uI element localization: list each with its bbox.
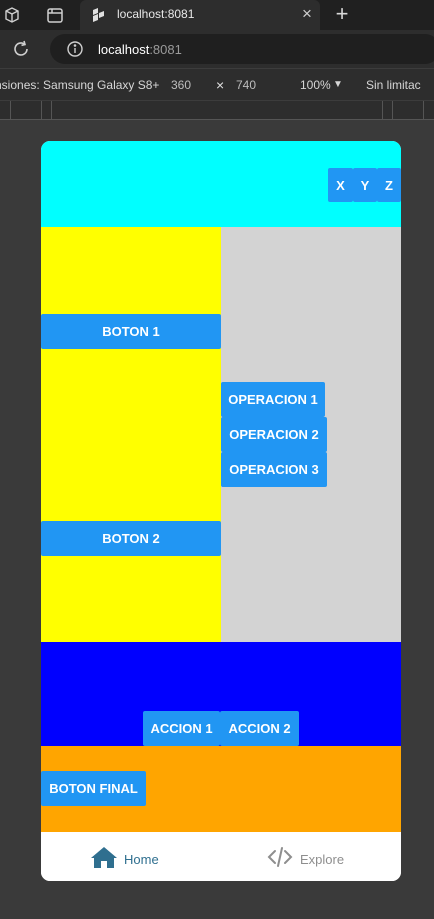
accion-2-button[interactable]: ACCION 2 <box>220 711 299 746</box>
info-icon[interactable] <box>66 40 84 58</box>
viewport-height-field[interactable]: 740 <box>236 78 256 92</box>
viewport-width-field[interactable]: 360 <box>171 78 191 92</box>
favicon-icon <box>90 7 106 23</box>
close-tab-icon[interactable]: × <box>298 4 316 24</box>
operacion-1-button[interactable]: OPERACION 1 <box>221 382 325 417</box>
z-button[interactable]: Z <box>377 168 401 202</box>
browser-tabstrip: localhost:8081 × + <box>0 0 434 30</box>
browser-tab[interactable]: localhost:8081 × <box>80 0 320 30</box>
workspaces-icon[interactable] <box>0 4 22 26</box>
new-tab-button[interactable]: + <box>330 2 354 26</box>
accion-1-button[interactable]: ACCION 1 <box>143 711 220 746</box>
x-button[interactable]: X <box>328 168 353 202</box>
operacion-2-button[interactable]: OPERACION 2 <box>221 417 327 452</box>
tab-actions-icon[interactable] <box>44 4 66 26</box>
tab-explore-label: Explore <box>300 852 345 867</box>
boton-final-button[interactable]: BOTON FINAL <box>41 771 146 806</box>
throttle-select[interactable]: Sin limitac <box>366 78 421 92</box>
chevron-down-icon[interactable]: ▼ <box>333 79 343 90</box>
media-query-ruler <box>0 100 434 120</box>
y-button[interactable]: Y <box>353 168 377 202</box>
tab-home[interactable]: Home <box>41 832 221 881</box>
dimension-separator: × <box>216 77 225 93</box>
address-bar[interactable]: localhost:8081 <box>50 34 434 64</box>
browser-toolbar: localhost:8081 <box>0 30 434 68</box>
left-panel <box>41 227 221 642</box>
tab-home-label: Home <box>124 852 159 867</box>
home-icon <box>90 845 118 869</box>
url-text: localhost:8081 <box>98 42 182 57</box>
device-toolbar: nsiones: Samsung Galaxy S8+ 360 × 740 10… <box>0 68 434 100</box>
device-viewport: X Y Z BOTON 1 BOTON 2 OPERACION 1 OPERAC… <box>41 141 401 881</box>
device-select[interactable]: nsiones: Samsung Galaxy S8+ <box>0 78 159 92</box>
operacion-3-button[interactable]: OPERACION 3 <box>221 452 327 487</box>
bottom-tab-bar: Home Explore <box>41 832 401 881</box>
boton-2-button[interactable]: BOTON 2 <box>41 521 221 556</box>
zoom-select[interactable]: 100% <box>300 78 331 92</box>
boton-1-button[interactable]: BOTON 1 <box>41 314 221 349</box>
tab-explore[interactable]: Explore <box>221 832 401 881</box>
reload-icon[interactable] <box>11 39 31 59</box>
code-icon <box>266 845 294 869</box>
tab-title: localhost:8081 <box>117 7 195 21</box>
